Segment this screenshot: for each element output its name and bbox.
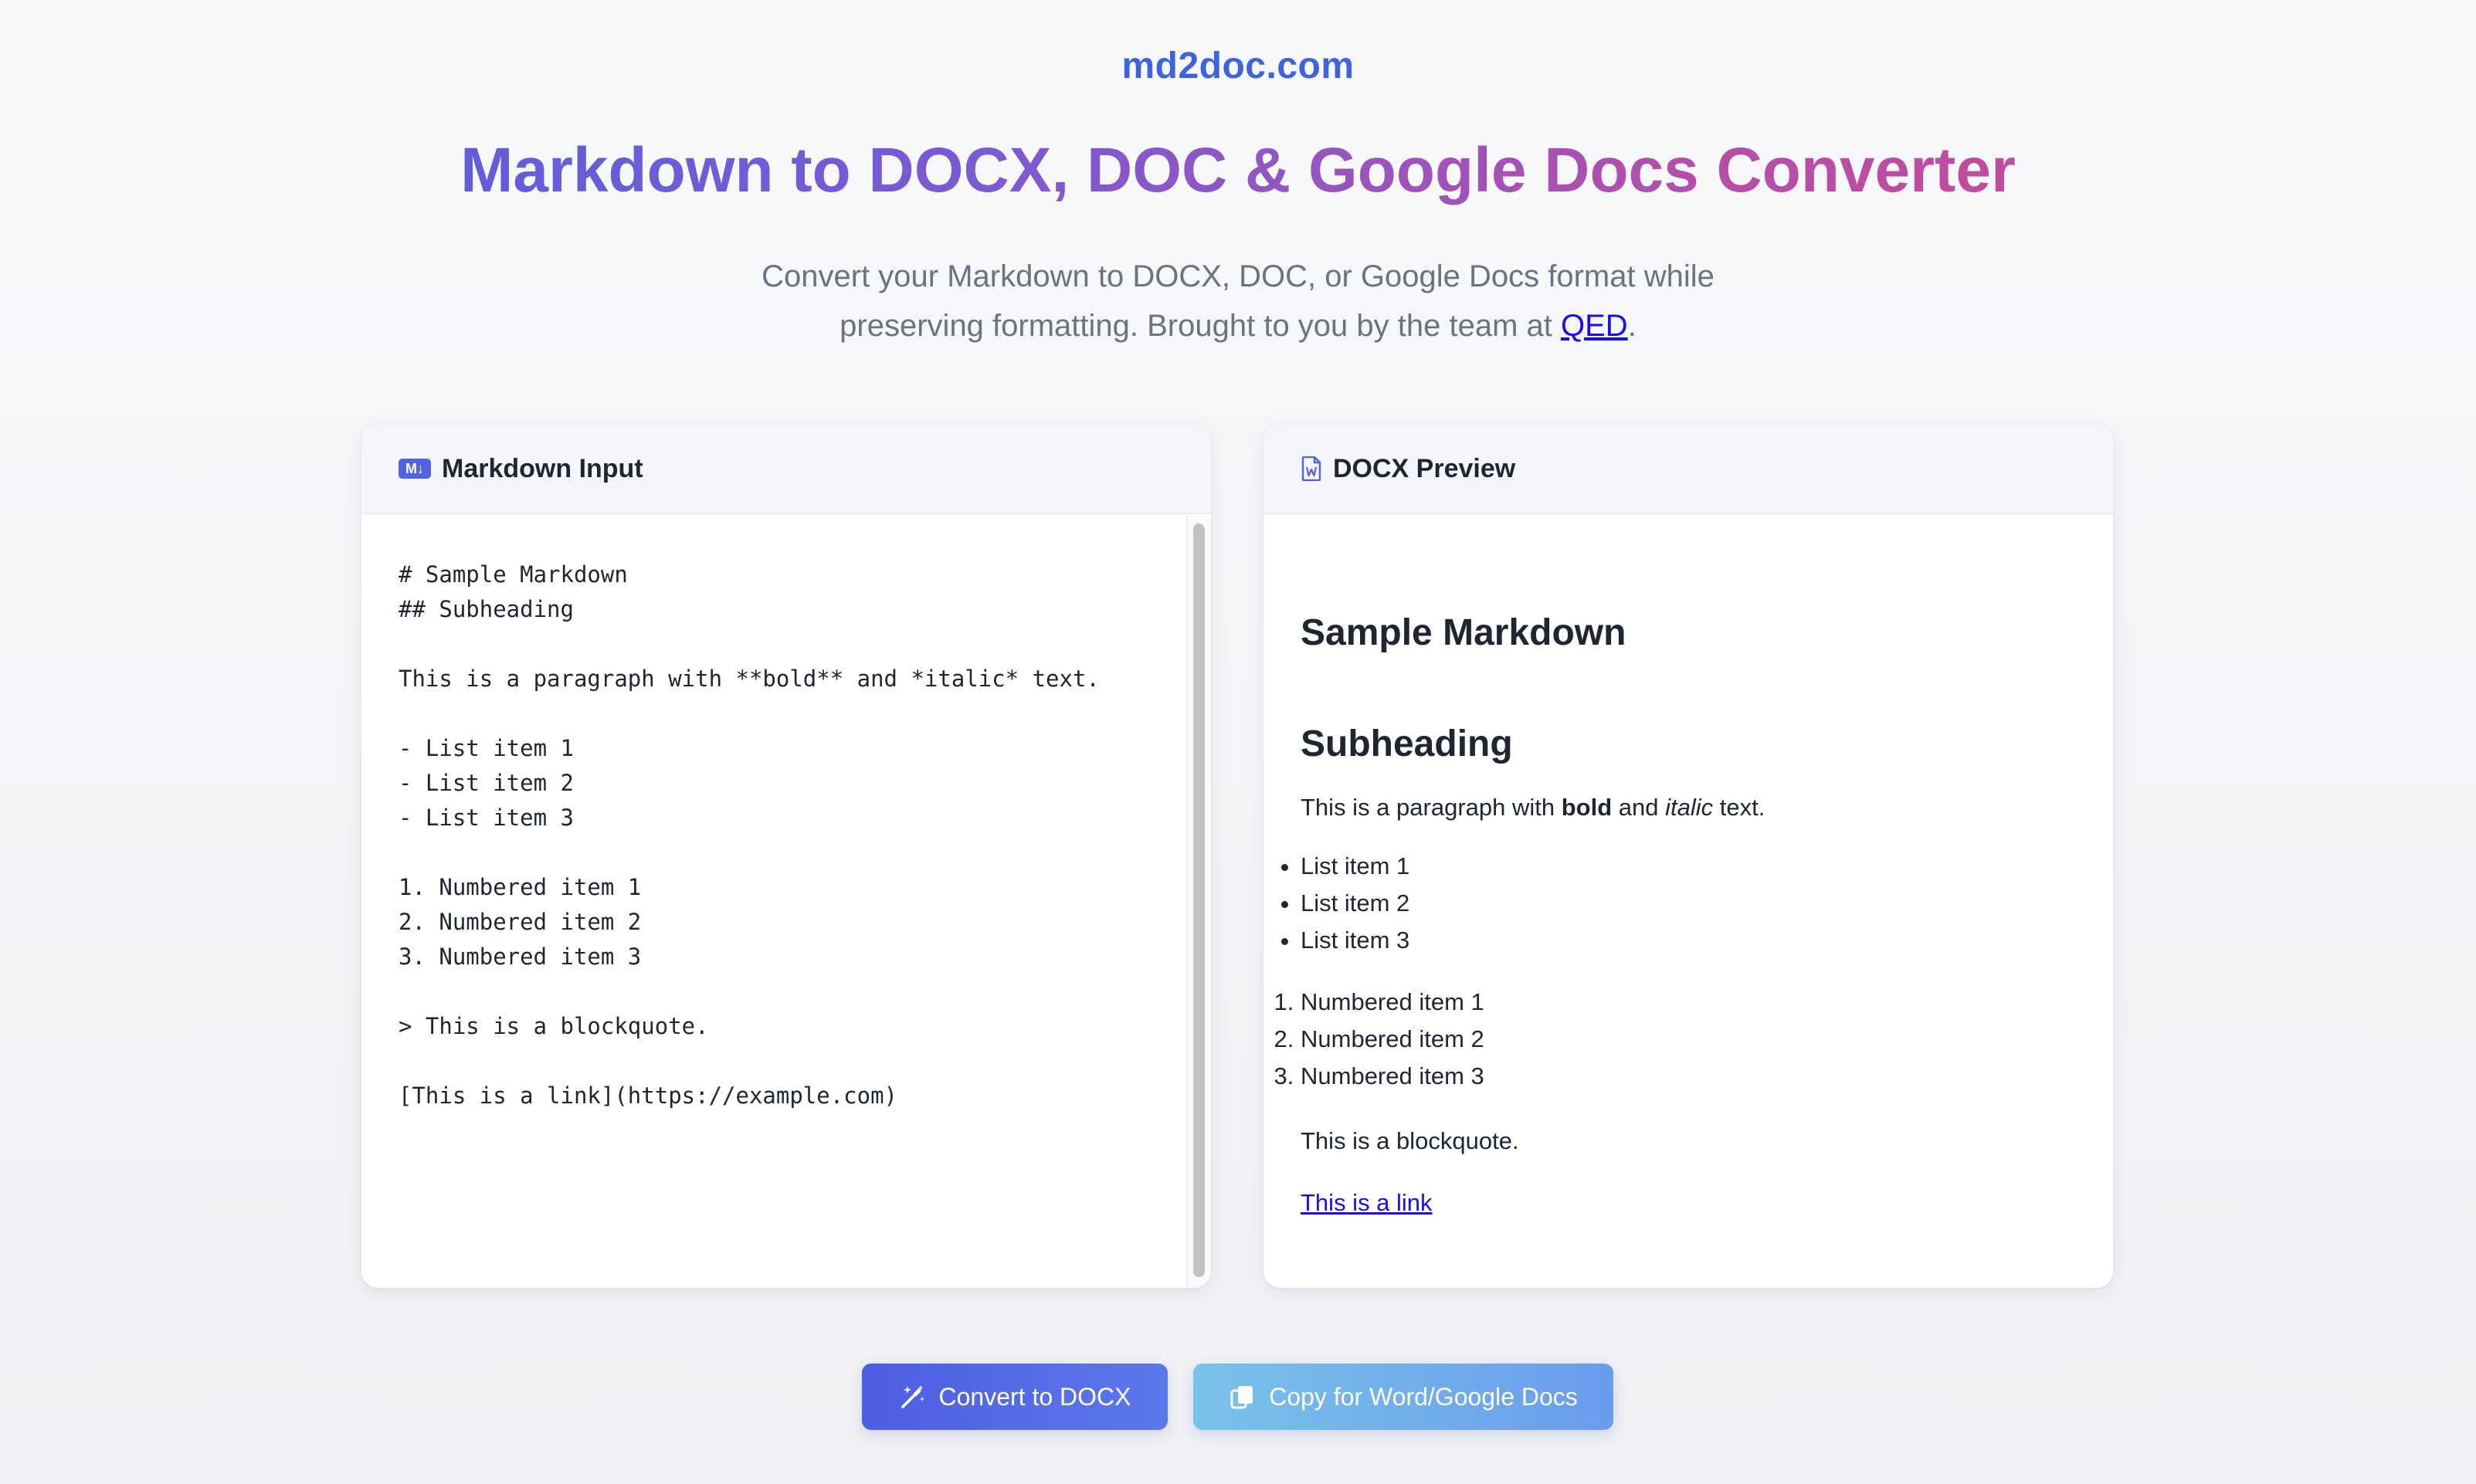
word-document-icon (1301, 456, 1322, 482)
list-item: Numbered item 1 (1301, 984, 1484, 1021)
list-item: List item 3 (1301, 922, 1409, 959)
markdown-input-label: Markdown Input (442, 453, 643, 483)
list-item: List item 1 (1301, 848, 1409, 885)
copy-icon (1229, 1383, 1257, 1411)
preview-paragraph: This is a paragraph with bold and italic… (1301, 794, 1765, 822)
preview-link[interactable]: This is a link (1301, 1189, 1433, 1217)
subtitle-line-2: preserving formatting. Brought to you by… (0, 301, 2476, 351)
list-item: Numbered item 3 (1301, 1058, 1484, 1095)
docx-preview-panel: DOCX Preview Sample Markdown Subheading … (1263, 425, 2113, 1288)
copy-for-word-button[interactable]: Copy for Word/Google Docs (1193, 1364, 1613, 1430)
editor-scrollbar-thumb[interactable] (1193, 523, 1205, 1277)
site-brand[interactable]: md2doc.com (0, 45, 2476, 87)
paragraph-bold: bold (1561, 794, 1613, 821)
markdown-icon: M↓ (399, 459, 431, 479)
preview-blockquote: This is a blockquote. (1301, 1127, 1519, 1154)
docx-preview-header: DOCX Preview (1263, 425, 2113, 514)
list-item: Numbered item 2 (1301, 1021, 1484, 1058)
editor-scrollbar[interactable] (1186, 516, 1211, 1288)
page-title: Markdown to DOCX, DOC & Google Docs Conv… (0, 135, 2476, 205)
paragraph-middle: and (1612, 794, 1666, 821)
copy-button-label: Copy for Word/Google Docs (1269, 1382, 1578, 1411)
convert-to-docx-button[interactable]: Convert to DOCX (862, 1364, 1168, 1430)
paragraph-suffix: text. (1713, 794, 1765, 821)
docx-preview-content: Sample Markdown Subheading This is a par… (1263, 516, 2113, 1288)
paragraph-italic: italic (1665, 794, 1714, 821)
preview-heading-2: Subheading (1301, 723, 1513, 764)
magic-wand-icon (899, 1383, 927, 1411)
subtitle-line-2-prefix: preserving formatting. Brought to you by… (839, 309, 1561, 343)
markdown-input-header: M↓ Markdown Input (361, 425, 1211, 514)
markdown-input-panel: M↓ Markdown Input # Sample Markdown ## S… (361, 425, 1211, 1288)
page-subtitle: Convert your Markdown to DOCX, DOC, or G… (0, 252, 2476, 351)
paragraph-prefix: This is a paragraph with (1301, 794, 1562, 821)
markdown-editor[interactable]: # Sample Markdown ## Subheading This is … (361, 516, 1186, 1288)
qed-link[interactable]: QED (1561, 309, 1628, 343)
preview-heading-1: Sample Markdown (1301, 612, 1626, 653)
subtitle-line-2-suffix: . (1627, 309, 1637, 343)
subtitle-line-1: Convert your Markdown to DOCX, DOC, or G… (761, 259, 1715, 293)
preview-bullet-list: List item 1 List item 2 List item 3 (1301, 848, 1409, 959)
preview-numbered-list: Numbered item 1 Numbered item 2 Numbered… (1301, 984, 1484, 1095)
docx-preview-label: DOCX Preview (1333, 453, 1516, 483)
list-item: List item 2 (1301, 885, 1409, 922)
convert-button-label: Convert to DOCX (938, 1382, 1131, 1411)
